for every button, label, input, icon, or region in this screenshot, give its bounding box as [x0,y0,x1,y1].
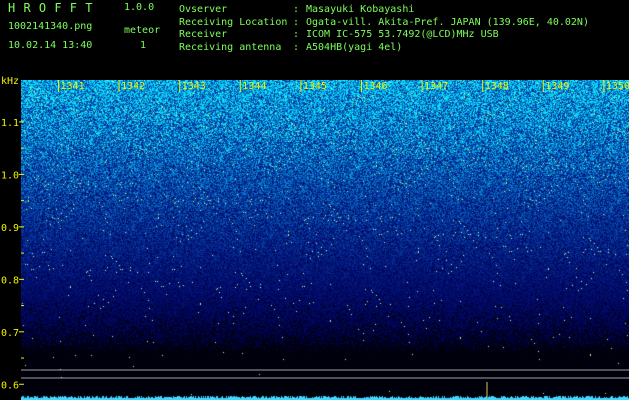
x-tick-label: 1346 [364,81,388,92]
x-tick-label: 1345 [303,81,327,92]
y-tick-label: 0.8 [1,275,19,286]
x-tick-label: 1344 [242,81,266,92]
y-tick-label: 1.0 [1,170,19,181]
x-tick-label: 1349 [545,81,569,92]
x-tick-label: 1347 [424,81,448,92]
x-tick-label: 1343 [182,81,206,92]
x-tick-label: 1348 [485,81,509,92]
x-tick-label: 1342 [121,81,145,92]
x-tick-label: 1350 [606,81,629,92]
y-tick-label: 0.7 [1,328,19,339]
axis-unit-label: kHz [1,76,19,87]
y-tick-label: 0.9 [1,223,19,234]
y-tick-label: 0.6 [1,380,19,391]
frequency-axis: kHz 1.1 1.0 0.9 0.8 0.7 0.6 1341 1342 1343 1344 134… [1,76,629,398]
x-tick-label: 1341 [61,81,85,92]
y-tick-label: 1.1 [1,118,19,129]
